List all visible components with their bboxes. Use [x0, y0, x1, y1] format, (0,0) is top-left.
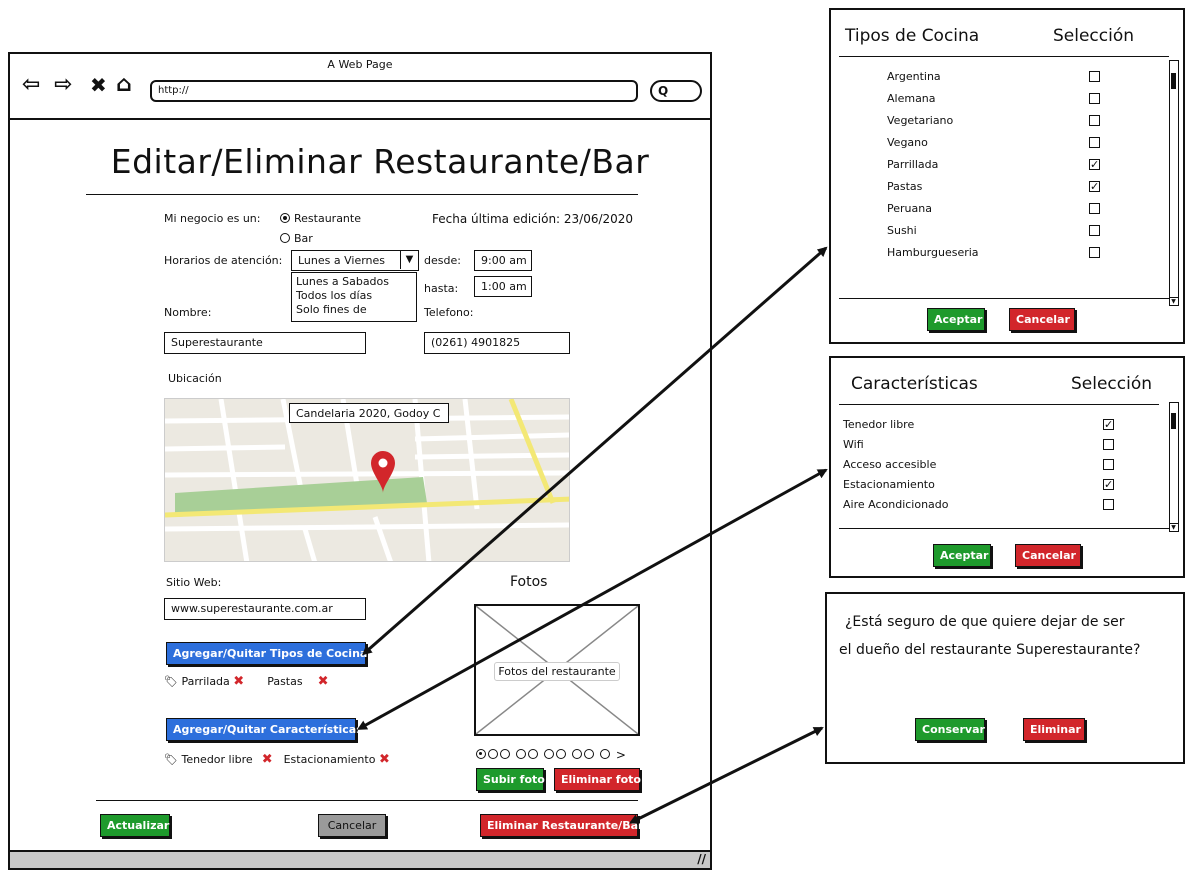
- arrow-cuisine: [361, 246, 828, 656]
- arrow-features: [357, 468, 828, 730]
- flow-arrows: [357, 246, 828, 824]
- arrow-delete: [628, 726, 824, 824]
